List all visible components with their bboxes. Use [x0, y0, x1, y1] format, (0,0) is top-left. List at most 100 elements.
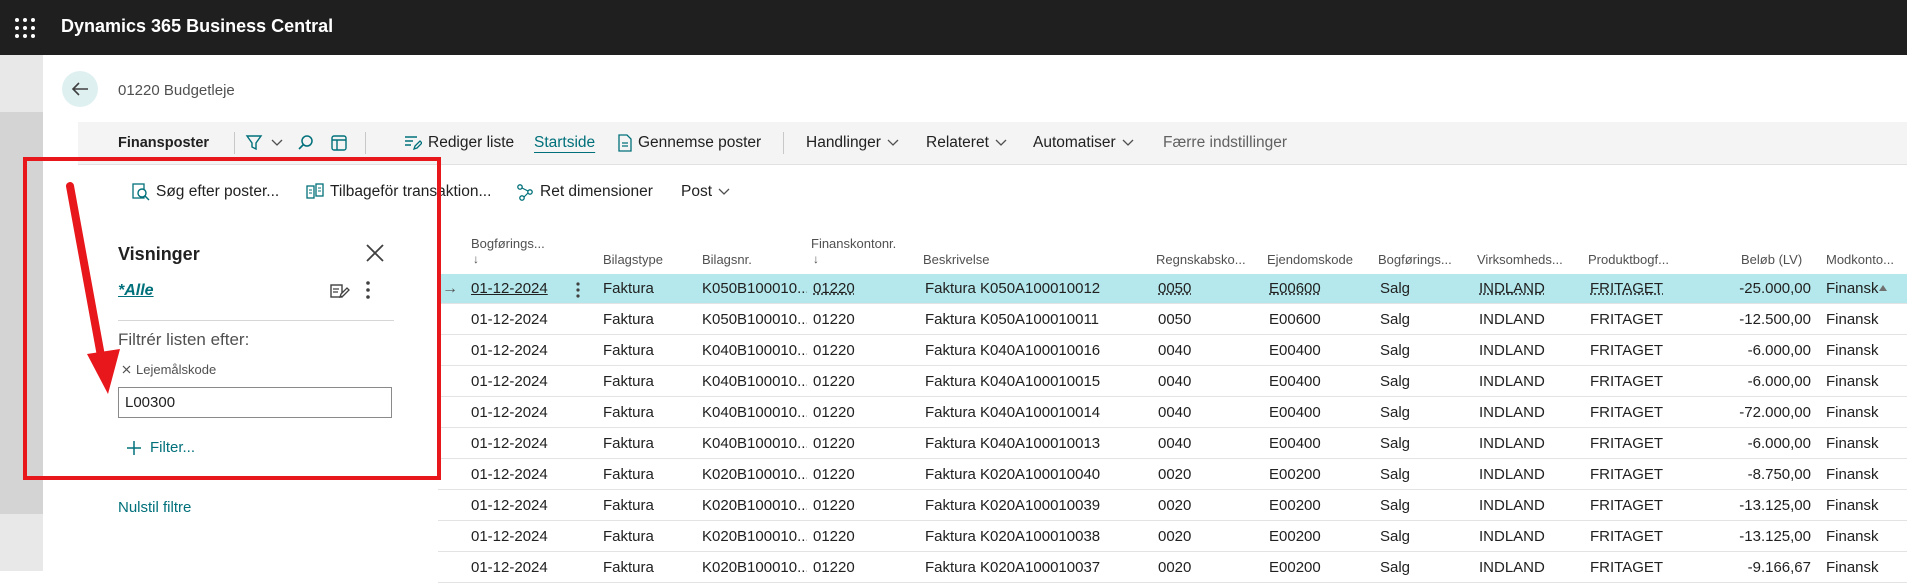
cell-gen-posting: Salg — [1380, 435, 1411, 452]
document-icon — [618, 134, 632, 152]
cell-account[interactable]: 01220 — [813, 305, 913, 335]
cell-bus-posting: INDLAND — [1479, 373, 1545, 390]
cell-doc-type: Faktura — [603, 466, 654, 483]
edit-list-icon — [405, 136, 422, 151]
related-menu[interactable]: Relateret — [926, 122, 1007, 164]
cell-account[interactable]: 01220 — [813, 367, 913, 397]
cell-gen-posting: Salg — [1380, 559, 1411, 576]
review-entries-button[interactable]: Gennemse poster — [618, 122, 761, 164]
related-label: Relateret — [926, 134, 989, 151]
table-row[interactable]: 01-12-2024 Faktura K020B100010... 01220 Fakt… — [438, 491, 1907, 521]
cell-account[interactable]: 01220 — [813, 460, 913, 490]
cell-dept: 0020 — [1158, 528, 1192, 545]
app-title[interactable]: Dynamics 365 Business Central — [61, 16, 333, 37]
cell-prod-posting: FRITAGET — [1590, 404, 1664, 421]
reset-filters-link[interactable]: Nulstil filtre — [118, 499, 191, 516]
cell-dept: 0040 — [1158, 435, 1192, 452]
app-launcher-icon[interactable] — [14, 17, 36, 39]
cell-doc-no[interactable]: K040B100010... — [702, 336, 807, 366]
cell-bal-account: Finansk — [1826, 311, 1879, 328]
cell-gen-posting: Salg — [1380, 280, 1411, 297]
automate-menu[interactable]: Automatiser — [1033, 122, 1134, 164]
fewer-options-button[interactable]: Færre indstillinger — [1163, 122, 1287, 164]
cell-doc-type: Faktura — [603, 559, 654, 576]
cell-gen-posting: Salg — [1380, 528, 1411, 545]
cell-description: Faktura K050A100010012 — [925, 280, 1101, 297]
cell-property: E00400 — [1269, 373, 1321, 390]
cell-doc-no[interactable]: K020B100010... — [702, 522, 807, 552]
cell-doc-no[interactable]: K020B100010... — [702, 460, 807, 490]
cell-gen-posting: Salg — [1380, 466, 1411, 483]
cell-dept: 0020 — [1158, 497, 1192, 514]
table-row[interactable]: 01-12-2024 Faktura K040B100010... 01220 Fakt… — [438, 429, 1907, 459]
cell-account[interactable]: 01220 — [813, 336, 913, 366]
current-row-arrow-icon: → — [442, 280, 458, 297]
actions-menu[interactable]: Handlinger — [806, 122, 899, 164]
cell-dept: 0050 — [1158, 311, 1192, 328]
cell-account[interactable]: 01220 — [813, 398, 913, 428]
layout-icon — [331, 135, 347, 151]
cell-account[interactable]: 01220 — [813, 274, 913, 304]
cell-date[interactable]: 01-12-2024 — [471, 336, 571, 366]
cell-doc-no[interactable]: K050B100010... — [702, 305, 807, 335]
cell-doc-no[interactable]: K020B100010... — [702, 491, 807, 521]
cell-dept: 0040 — [1158, 404, 1192, 421]
tab-home[interactable]: Startside — [534, 122, 595, 164]
back-button[interactable] — [62, 71, 98, 107]
cell-property: E00600 — [1269, 311, 1321, 328]
cell-doc-no[interactable]: K040B100010... — [702, 398, 807, 428]
edit-list-label: Rediger liste — [428, 134, 515, 151]
cell-date[interactable]: 01-12-2024 — [471, 460, 571, 490]
table-row[interactable]: 01-12-2024 Faktura K040B100010... 01220 Fakt… — [438, 336, 1907, 366]
cell-bus-posting: INDLAND — [1479, 559, 1545, 576]
cell-dept: 0020 — [1158, 466, 1192, 483]
cell-amount: -13.125,00 — [1739, 528, 1811, 545]
table-row[interactable]: 01-12-2024 Faktura K050B100010... 01220 Fakt… — [438, 305, 1907, 335]
cell-doc-no[interactable]: K050B100010... — [702, 274, 807, 304]
cell-account[interactable]: 01220 — [813, 553, 913, 583]
cell-date[interactable]: 01-12-2024 — [471, 367, 571, 397]
cell-bal-account: Finansk — [1826, 435, 1879, 452]
cell-date[interactable]: 01-12-2024 — [471, 553, 571, 583]
cell-account[interactable]: 01220 — [813, 429, 913, 459]
cell-doc-no[interactable]: K020B100010... — [702, 553, 807, 583]
cell-date[interactable]: 01-12-2024 — [471, 305, 571, 335]
scroll-up-icon[interactable] — [1878, 283, 1888, 293]
cell-bal-account: Finansk — [1826, 280, 1879, 297]
cell-amount: -72.000,00 — [1739, 404, 1811, 421]
cell-amount: -6.000,00 — [1747, 435, 1811, 452]
cell-account[interactable]: 01220 — [813, 491, 913, 521]
actions-label: Handlinger — [806, 134, 881, 151]
table-row[interactable]: → 01-12-2024 Faktura K050B100010... 01220 Fak… — [438, 274, 1907, 304]
automate-label: Automatiser — [1033, 134, 1116, 151]
row-more-options-icon[interactable] — [575, 282, 581, 298]
cell-date[interactable]: 01-12-2024 — [471, 398, 571, 428]
cell-date[interactable]: 01-12-2024 — [471, 429, 571, 459]
cell-property: E00200 — [1269, 559, 1321, 576]
table-row[interactable]: 01-12-2024 Faktura K040B100010... 01220 Fakt… — [438, 367, 1907, 397]
cell-bal-account: Finansk — [1826, 342, 1879, 359]
post-menu[interactable]: Post — [681, 172, 730, 212]
cell-description: Faktura K040A100010015 — [925, 373, 1101, 390]
cell-property: E00200 — [1269, 528, 1321, 545]
cell-doc-no[interactable]: K040B100010... — [702, 367, 807, 397]
cell-prod-posting: FRITAGET — [1590, 342, 1664, 359]
cell-amount: -9.166,67 — [1747, 559, 1811, 576]
cell-date[interactable]: 01-12-2024 — [471, 522, 571, 552]
cell-dept: 0040 — [1158, 373, 1192, 390]
cell-dept: 0050 — [1158, 280, 1192, 297]
cell-date[interactable]: 01-12-2024 — [471, 491, 571, 521]
cell-doc-type: Faktura — [603, 280, 654, 297]
cell-amount: -25.000,00 — [1739, 280, 1811, 297]
cell-description: Faktura K040A100010016 — [925, 342, 1101, 359]
table-row[interactable]: 01-12-2024 Faktura K020B100010... 01220 Fakt… — [438, 460, 1907, 490]
table-row[interactable]: 01-12-2024 Faktura K040B100010... 01220 Fakt… — [438, 398, 1907, 428]
table-row[interactable]: 01-12-2024 Faktura K020B100010... 01220 Fakt… — [438, 553, 1907, 583]
cell-bus-posting: INDLAND — [1479, 311, 1545, 328]
correct-dimensions-button[interactable]: Ret dimensioner — [516, 172, 653, 212]
table-row[interactable]: 01-12-2024 Faktura K020B100010... 01220 Fakt… — [438, 522, 1907, 552]
cell-doc-no[interactable]: K040B100010... — [702, 429, 807, 459]
cell-date[interactable]: 01-12-2024 — [471, 274, 571, 304]
cell-property: E00400 — [1269, 342, 1321, 359]
cell-account[interactable]: 01220 — [813, 522, 913, 552]
